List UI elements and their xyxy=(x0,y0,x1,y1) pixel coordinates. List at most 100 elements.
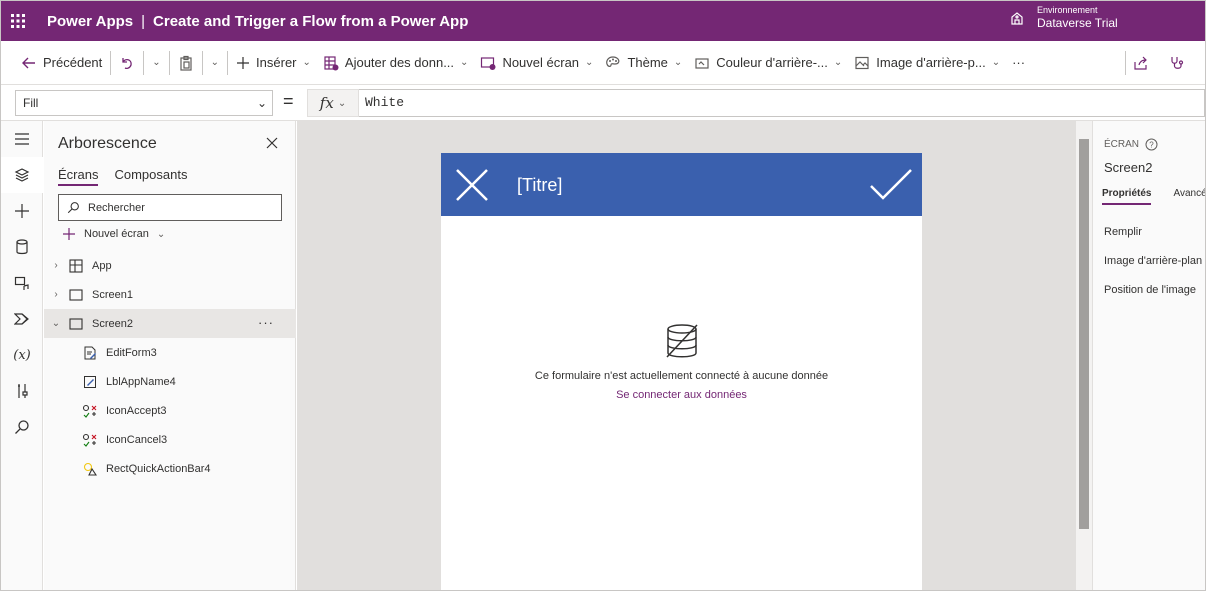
screen-canvas[interactable]: [Titre] Ce formulaire n'est actuellement… xyxy=(441,153,922,590)
tab-screens[interactable]: Écrans xyxy=(58,167,99,186)
tree-node-iconaccept3[interactable]: IconAccept3 xyxy=(44,396,296,425)
insert-label: Insérer xyxy=(256,55,297,70)
tree-node-rectquickactionbar4[interactable]: RectQuickActionBar4 xyxy=(44,454,296,483)
property-background-image[interactable]: Image d'arrière-plan xyxy=(1104,255,1202,267)
scrollbar-thumb[interactable] xyxy=(1079,139,1089,529)
chevron-down-icon[interactable]: ⌄ xyxy=(46,318,66,329)
property-dropdown[interactable]: Fill ⌄ xyxy=(15,90,273,116)
property-fill[interactable]: Remplir xyxy=(1104,226,1142,238)
tree-node-app[interactable]: › App xyxy=(44,251,296,280)
accept-icon[interactable] xyxy=(869,168,913,202)
app-launcher-icon[interactable] xyxy=(1,1,35,41)
tree-node-iconcancel3[interactable]: IconCancel3 xyxy=(44,425,296,454)
app-header: Power Apps | Create and Trigger a Flow f… xyxy=(1,1,1205,41)
property-image-position[interactable]: Position de l'image xyxy=(1104,284,1196,296)
environment-picker[interactable]: Environnement Dataverse Trial xyxy=(1009,5,1118,31)
screen-icon xyxy=(66,317,86,330)
share-icon xyxy=(1134,56,1147,70)
add-data-button[interactable]: Ajouter des donn... ⌄ xyxy=(317,48,475,78)
tree-node-label: RectQuickActionBar4 xyxy=(106,462,211,475)
paste-button[interactable] xyxy=(172,48,200,78)
connect-data-link[interactable]: Se connecter aux données xyxy=(441,389,922,401)
title-separator: | xyxy=(141,12,146,30)
close-icon[interactable] xyxy=(266,137,278,152)
new-screen-button[interactable]: Nouvel écran ⌄ xyxy=(474,48,599,78)
edit-form-icon xyxy=(80,346,100,360)
tree-search-input[interactable]: Rechercher xyxy=(58,194,282,221)
more-label: ··· xyxy=(1012,55,1026,70)
formula-input[interactable]: White xyxy=(359,89,1205,117)
insert-rail-button[interactable] xyxy=(1,193,43,229)
plus-icon xyxy=(63,228,75,240)
fx-icon: fx xyxy=(319,94,334,112)
chevron-right-icon[interactable]: › xyxy=(46,289,66,300)
search-rail-button[interactable] xyxy=(1,409,43,445)
undo-dropdown[interactable]: ⌄ xyxy=(146,48,166,78)
theme-button[interactable]: Thème ⌄ xyxy=(599,48,688,78)
chevron-down-icon: ⌄ xyxy=(156,228,166,240)
help-icon[interactable]: ? xyxy=(1145,138,1158,151)
environment-name: Dataverse Trial xyxy=(1037,16,1118,30)
tree-view-title: Arborescence xyxy=(58,135,157,152)
new-screen-label: Nouvel écran xyxy=(502,55,580,70)
chevron-right-icon[interactable]: › xyxy=(46,260,66,271)
equals-sign: = xyxy=(283,91,294,111)
label-icon xyxy=(80,375,100,389)
tree-node-label: App xyxy=(92,259,112,272)
background-color-button[interactable]: Couleur d'arrière-... ⌄ xyxy=(688,48,848,78)
undo-button[interactable] xyxy=(113,48,141,78)
chevron-down-icon: ⌄ xyxy=(210,57,220,68)
properties-type-label: ÉCRAN xyxy=(1104,139,1140,150)
variables-rail-button[interactable]: (x) xyxy=(1,337,43,373)
divider xyxy=(227,50,229,75)
empty-form-message: Ce formulaire n'est actuellement connect… xyxy=(534,370,829,382)
properties-tabs: Propriétés Avancé xyxy=(1102,188,1205,205)
more-commands-button[interactable]: ··· xyxy=(1006,48,1031,78)
function-button[interactable]: fx ⌄ xyxy=(307,89,359,117)
form-title-label[interactable]: [Titre] xyxy=(517,175,562,196)
share-button[interactable] xyxy=(1127,48,1155,78)
tree-view-button[interactable] xyxy=(1,157,43,193)
quick-action-bar[interactable]: [Titre] xyxy=(441,153,922,216)
plus-icon xyxy=(15,204,29,218)
chevron-down-icon: ⌄ xyxy=(673,57,683,68)
undo-icon xyxy=(122,57,132,69)
tree-node-screen2[interactable]: ⌄ Screen2 ··· xyxy=(44,309,296,338)
tree-node-lblappname4[interactable]: LblAppName4 xyxy=(44,367,296,396)
cancel-icon[interactable] xyxy=(455,168,489,202)
paste-dropdown[interactable]: ⌄ xyxy=(205,48,225,78)
tree-node-editform3[interactable]: EditForm3 xyxy=(44,338,296,367)
divider xyxy=(110,50,112,75)
chevron-down-icon: ⌄ xyxy=(256,96,267,110)
document-title[interactable]: Create and Trigger a Flow from a Power A… xyxy=(153,13,468,30)
menu-button[interactable] xyxy=(1,121,43,157)
back-button[interactable]: Précédent xyxy=(15,48,108,78)
chevron-down-icon: ⌄ xyxy=(302,57,311,68)
tab-components[interactable]: Composants xyxy=(114,167,187,186)
tree-node-label: LblAppName4 xyxy=(106,375,176,388)
data-rail-button[interactable] xyxy=(1,229,43,265)
chevron-down-icon: ⌄ xyxy=(460,57,469,68)
insert-button[interactable]: Insérer ⌄ xyxy=(230,48,317,78)
background-image-button[interactable]: Image d'arrière-p... ⌄ xyxy=(848,48,1006,78)
divider xyxy=(1125,50,1126,75)
app-name[interactable]: Power Apps xyxy=(47,13,133,30)
chevron-down-icon: ⌄ xyxy=(991,57,1001,68)
canvas-scrollbar[interactable] xyxy=(1076,121,1092,590)
advanced-tools-rail-button[interactable] xyxy=(1,373,43,409)
tree-node-label: EditForm3 xyxy=(106,346,157,359)
environment-icon xyxy=(1011,12,1023,25)
tree-node-screen1[interactable]: › Screen1 xyxy=(44,280,296,309)
formula-bar: Fill ⌄ = fx ⌄ White xyxy=(1,85,1205,121)
divider xyxy=(143,50,145,75)
properties-panel: ÉCRAN ? Screen2 Propriétés Avancé Rempli… xyxy=(1092,121,1205,590)
new-screen-tree-button[interactable]: Nouvel écran ⌄ xyxy=(62,227,165,241)
tree-view-panel: Arborescence Écrans Composants Recherche… xyxy=(44,121,296,590)
media-rail-button[interactable] xyxy=(1,265,43,301)
tab-properties[interactable]: Propriétés xyxy=(1102,188,1152,205)
more-options-icon[interactable]: ··· xyxy=(258,315,274,330)
power-automate-rail-button[interactable] xyxy=(1,301,43,337)
tab-advanced[interactable]: Avancé xyxy=(1173,188,1205,205)
shape-icon xyxy=(80,462,100,476)
app-checker-button[interactable] xyxy=(1163,48,1191,78)
